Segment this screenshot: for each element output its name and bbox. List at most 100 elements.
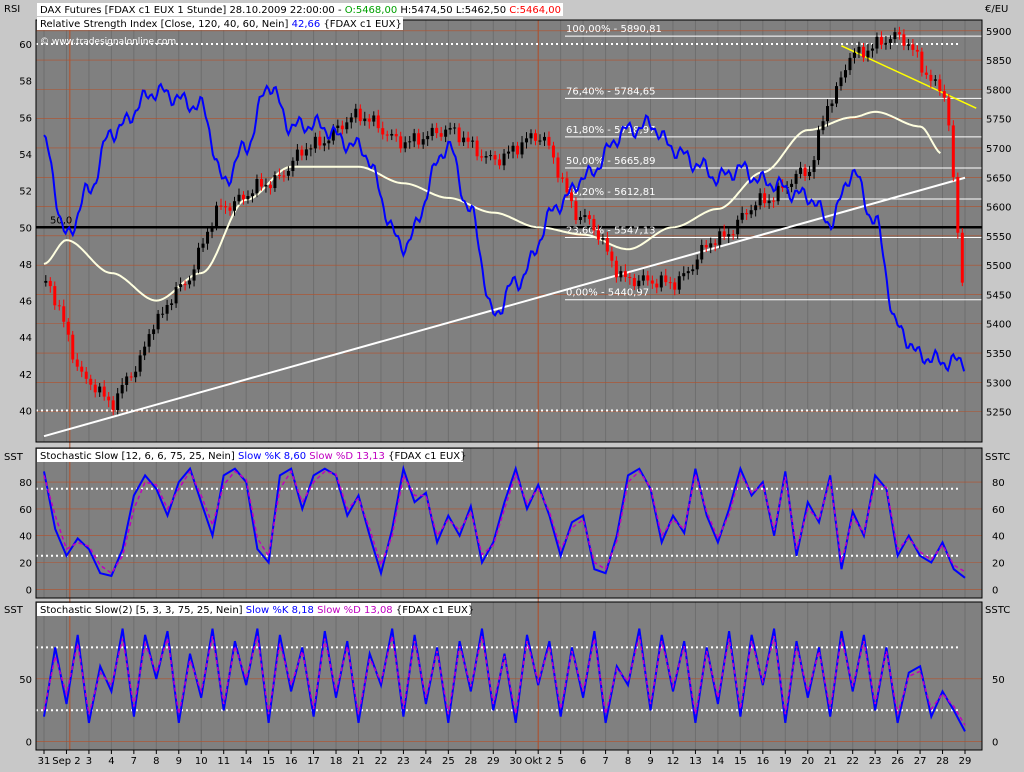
price-candle-body [888, 39, 892, 43]
price-candle-body [511, 145, 515, 152]
price-candle-body [336, 125, 340, 129]
x-tick-label: 21 [352, 756, 365, 767]
fib-label: 38,20% - 5612,81 [566, 187, 655, 198]
price-candle-body [938, 79, 942, 92]
x-tick-label: 25 [442, 756, 455, 767]
high-value: H:5474,50 [400, 5, 452, 16]
main-left-label: RSI [4, 4, 20, 15]
price-candle-body [80, 366, 84, 372]
price-candle-body [354, 108, 358, 118]
stoch1-left-tick: 20 [19, 559, 32, 570]
rsi-tick-label: 52 [19, 187, 32, 198]
x-tick-label: 26 [891, 756, 904, 767]
price-candle-body [655, 283, 659, 288]
stoch1-right-tick: 40 [992, 532, 1005, 543]
price-candle-body [430, 127, 434, 136]
rsi-legend-suffix: {FDAX c1 EUX} [323, 19, 401, 30]
price-candle-body [129, 376, 133, 378]
price-candle-body [309, 148, 313, 150]
rsi-legend[interactable]: Relative Strength Index [Close, 120, 40,… [40, 19, 402, 30]
stoch1-plot-area[interactable] [36, 448, 982, 598]
price-candle-body [75, 359, 79, 367]
price-candle-body [152, 329, 156, 335]
price-candle-body [709, 243, 713, 248]
price-candle-body [102, 386, 106, 397]
price-candle-body [385, 134, 389, 136]
price-candle-body [722, 231, 726, 237]
x-tick-label: 10 [195, 756, 208, 767]
price-candle-body [628, 276, 632, 278]
x-tick-label: 9 [176, 756, 182, 767]
price-candle-body [610, 251, 614, 261]
price-candle-body [475, 140, 479, 157]
price-candle-body [727, 234, 731, 237]
price-candle-body [794, 173, 798, 184]
stoch2-right-tick: 0 [992, 738, 998, 749]
price-candle-body [241, 194, 245, 200]
price-candle-body [471, 140, 475, 142]
watermark: © www.tradesignalonline.com [40, 37, 176, 47]
price-candle-body [48, 280, 52, 287]
price-candle-body [498, 159, 502, 166]
x-tick-label: 8 [153, 756, 159, 767]
x-tick-label: 13 [689, 756, 702, 767]
chart-root: 50,0 100,00% - 5890,81 76,40% - 5784,65 61,… [0, 0, 1024, 768]
price-candle-body [623, 271, 627, 277]
x-tick-label: 8 [625, 756, 631, 767]
price-candle-body [125, 376, 129, 385]
price-candle-body [848, 57, 852, 71]
price-candle-body [156, 313, 160, 330]
price-candle-body [417, 133, 421, 145]
price-candle-body [902, 34, 906, 46]
x-tick-label: 15 [262, 756, 275, 767]
stoch2-title: Stochastic Slow(2) [5, 3, 3, 75, 25, Nei… [40, 605, 243, 616]
price-tick-label: 5450 [986, 290, 1011, 301]
price-candle-body [367, 118, 371, 122]
price-candle-body [569, 192, 573, 202]
price-candle-body [920, 51, 924, 73]
stoch2-legend[interactable]: Stochastic Slow(2) [5, 3, 3, 75, 25, Nei… [40, 605, 474, 616]
x-tick-label: 11 [217, 756, 230, 767]
stoch2-d-label: Slow %D 13,08 [317, 605, 393, 616]
price-candle-body [551, 145, 555, 158]
price-candle-body [861, 46, 865, 58]
x-tick-label: 5 [557, 756, 563, 767]
price-candle-body [192, 269, 196, 281]
x-tick-label: 7 [131, 756, 137, 767]
x-tick-label: 14 [712, 756, 725, 767]
price-candle-body [291, 160, 295, 172]
price-candle-body [453, 127, 457, 129]
price-tick-label: 5750 [986, 115, 1011, 126]
price-candle-body [664, 275, 668, 283]
stoch2-k-label: Slow %K 8,18 [246, 605, 314, 616]
price-candle-body [161, 313, 165, 315]
x-tick-label: 29 [959, 756, 972, 767]
price-candle-body [381, 128, 385, 135]
stoch1-legend[interactable]: Stochastic Slow [12, 6, 6, 75, 25, Nein]… [40, 451, 466, 462]
price-candle-body [507, 151, 511, 154]
stoch1-d-label: Slow %D 13,13 [309, 451, 385, 462]
price-candle-body [457, 127, 461, 143]
price-candle-body [286, 171, 290, 176]
price-candle-body [327, 140, 331, 144]
price-candle-body [772, 200, 776, 202]
stoch1-left-tick: 0 [26, 585, 32, 596]
price-candle-body [632, 277, 636, 287]
price-candle-body [650, 280, 654, 284]
price-candle-body [533, 133, 537, 141]
price-legend[interactable]: DAX Futures [FDAX c1 EUX 1 Stunde] 28.10… [40, 5, 561, 16]
price-candle-body [259, 179, 263, 187]
price-candle-body [210, 226, 214, 232]
price-candle-body [857, 46, 861, 53]
price-candle-body [363, 118, 367, 122]
x-tick-label: Sep 2 [52, 756, 80, 767]
stoch1-title: Stochastic Slow [12, 6, 6, 75, 25, Nein] [40, 451, 235, 462]
price-candle-body [71, 334, 75, 360]
price-candle-body [120, 384, 124, 394]
stoch2-right-tick: 50 [992, 675, 1005, 686]
price-candle-body [884, 42, 888, 45]
price-candle-body [349, 117, 353, 123]
price-candle-body [282, 175, 286, 177]
x-tick-label: Okt 2 [525, 756, 552, 767]
price-candle-body [170, 303, 174, 305]
